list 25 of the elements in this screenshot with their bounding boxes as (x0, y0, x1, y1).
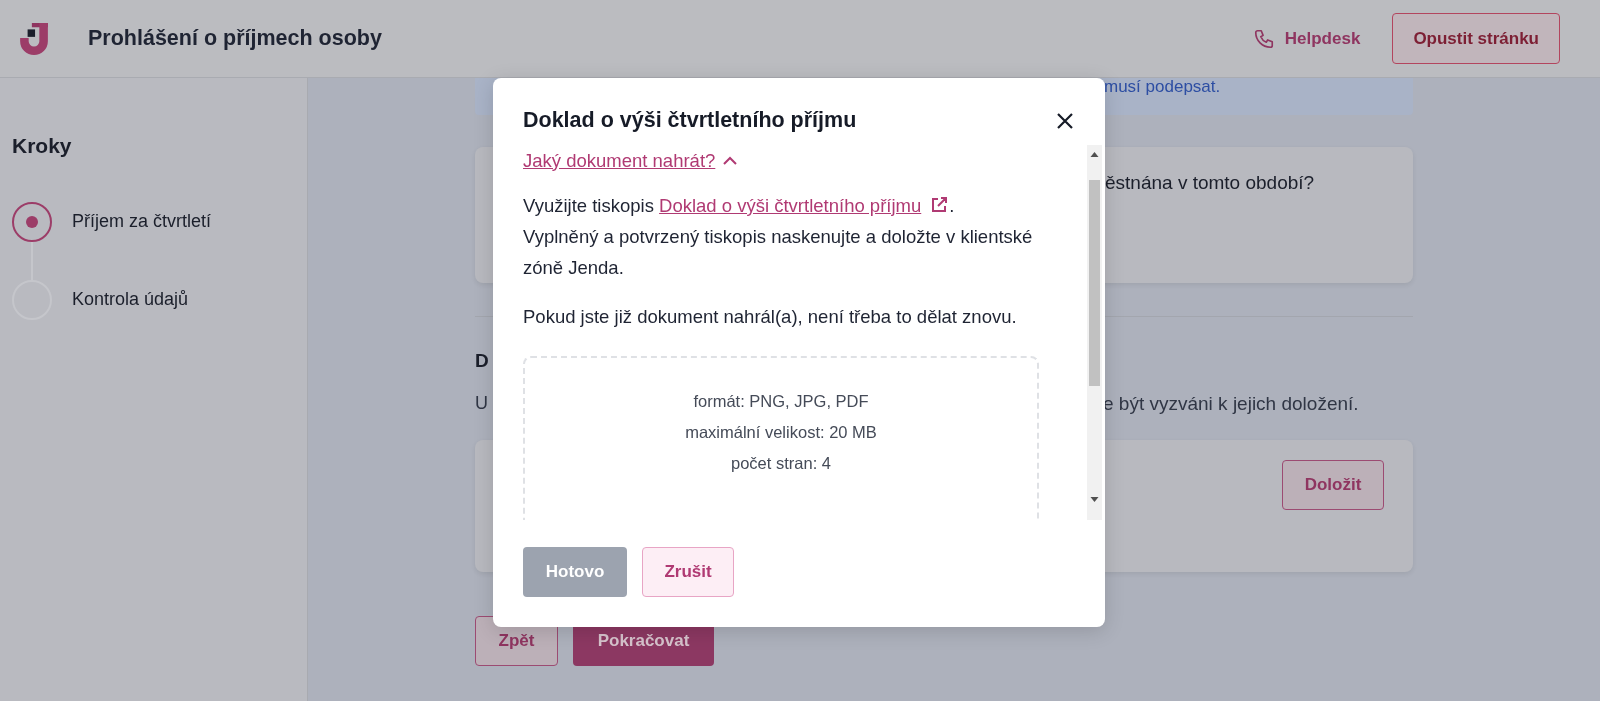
upload-hint: počet stran: 4 (730, 452, 832, 474)
dialog-title: Doklad o výši čtvrtletního příjmu (523, 108, 857, 134)
alert-text: musí podepsat. (1104, 78, 1221, 95)
toggle-link[interactable]: Jaký dokument nahrát? (523, 144, 738, 176)
cancel-button[interactable]: Zrušit (642, 547, 734, 597)
phone-icon (1252, 27, 1275, 50)
leave-page-button[interactable]: Opustit stránku (1392, 12, 1560, 65)
attach-button[interactable]: Doložit (1282, 460, 1384, 510)
section-text: U (475, 391, 488, 415)
note-text: Pokud jste již dokument nahrál(a), není třeba to dělat znovu. (523, 304, 1018, 329)
section-heading: D (475, 349, 490, 373)
upload-hint: formát: PNG, JPG, PDF (692, 390, 870, 412)
instruction-text: Využijte tiskopis Doklad o výši čtvrtletního příjmu . Vyplněný a potvrzený tiskopis naskenujte a doložte v klientské zóně Jenda. (523, 193, 1034, 280)
logo-icon (18, 22, 50, 55)
scrollbar[interactable] (1087, 144, 1102, 520)
form-link[interactable]: Doklad o výši čtvrtletního příjmu (659, 194, 950, 216)
helpdesk-link[interactable]: Helpdesk (1252, 25, 1361, 52)
page-title: Prohlášení o příjmech osoby (88, 25, 382, 53)
sidebar-title: Kroky (12, 133, 73, 159)
upload-hint: maximální velikost: 20 MB (684, 421, 878, 443)
close-button[interactable] (1055, 110, 1075, 131)
external-link-icon (929, 194, 950, 215)
step-label[interactable]: Příjem za čtvrtletí (72, 208, 212, 235)
question-text: ěstnána v tomto období? (1105, 172, 1315, 193)
step-label[interactable]: Kontrola údajů (72, 286, 189, 313)
